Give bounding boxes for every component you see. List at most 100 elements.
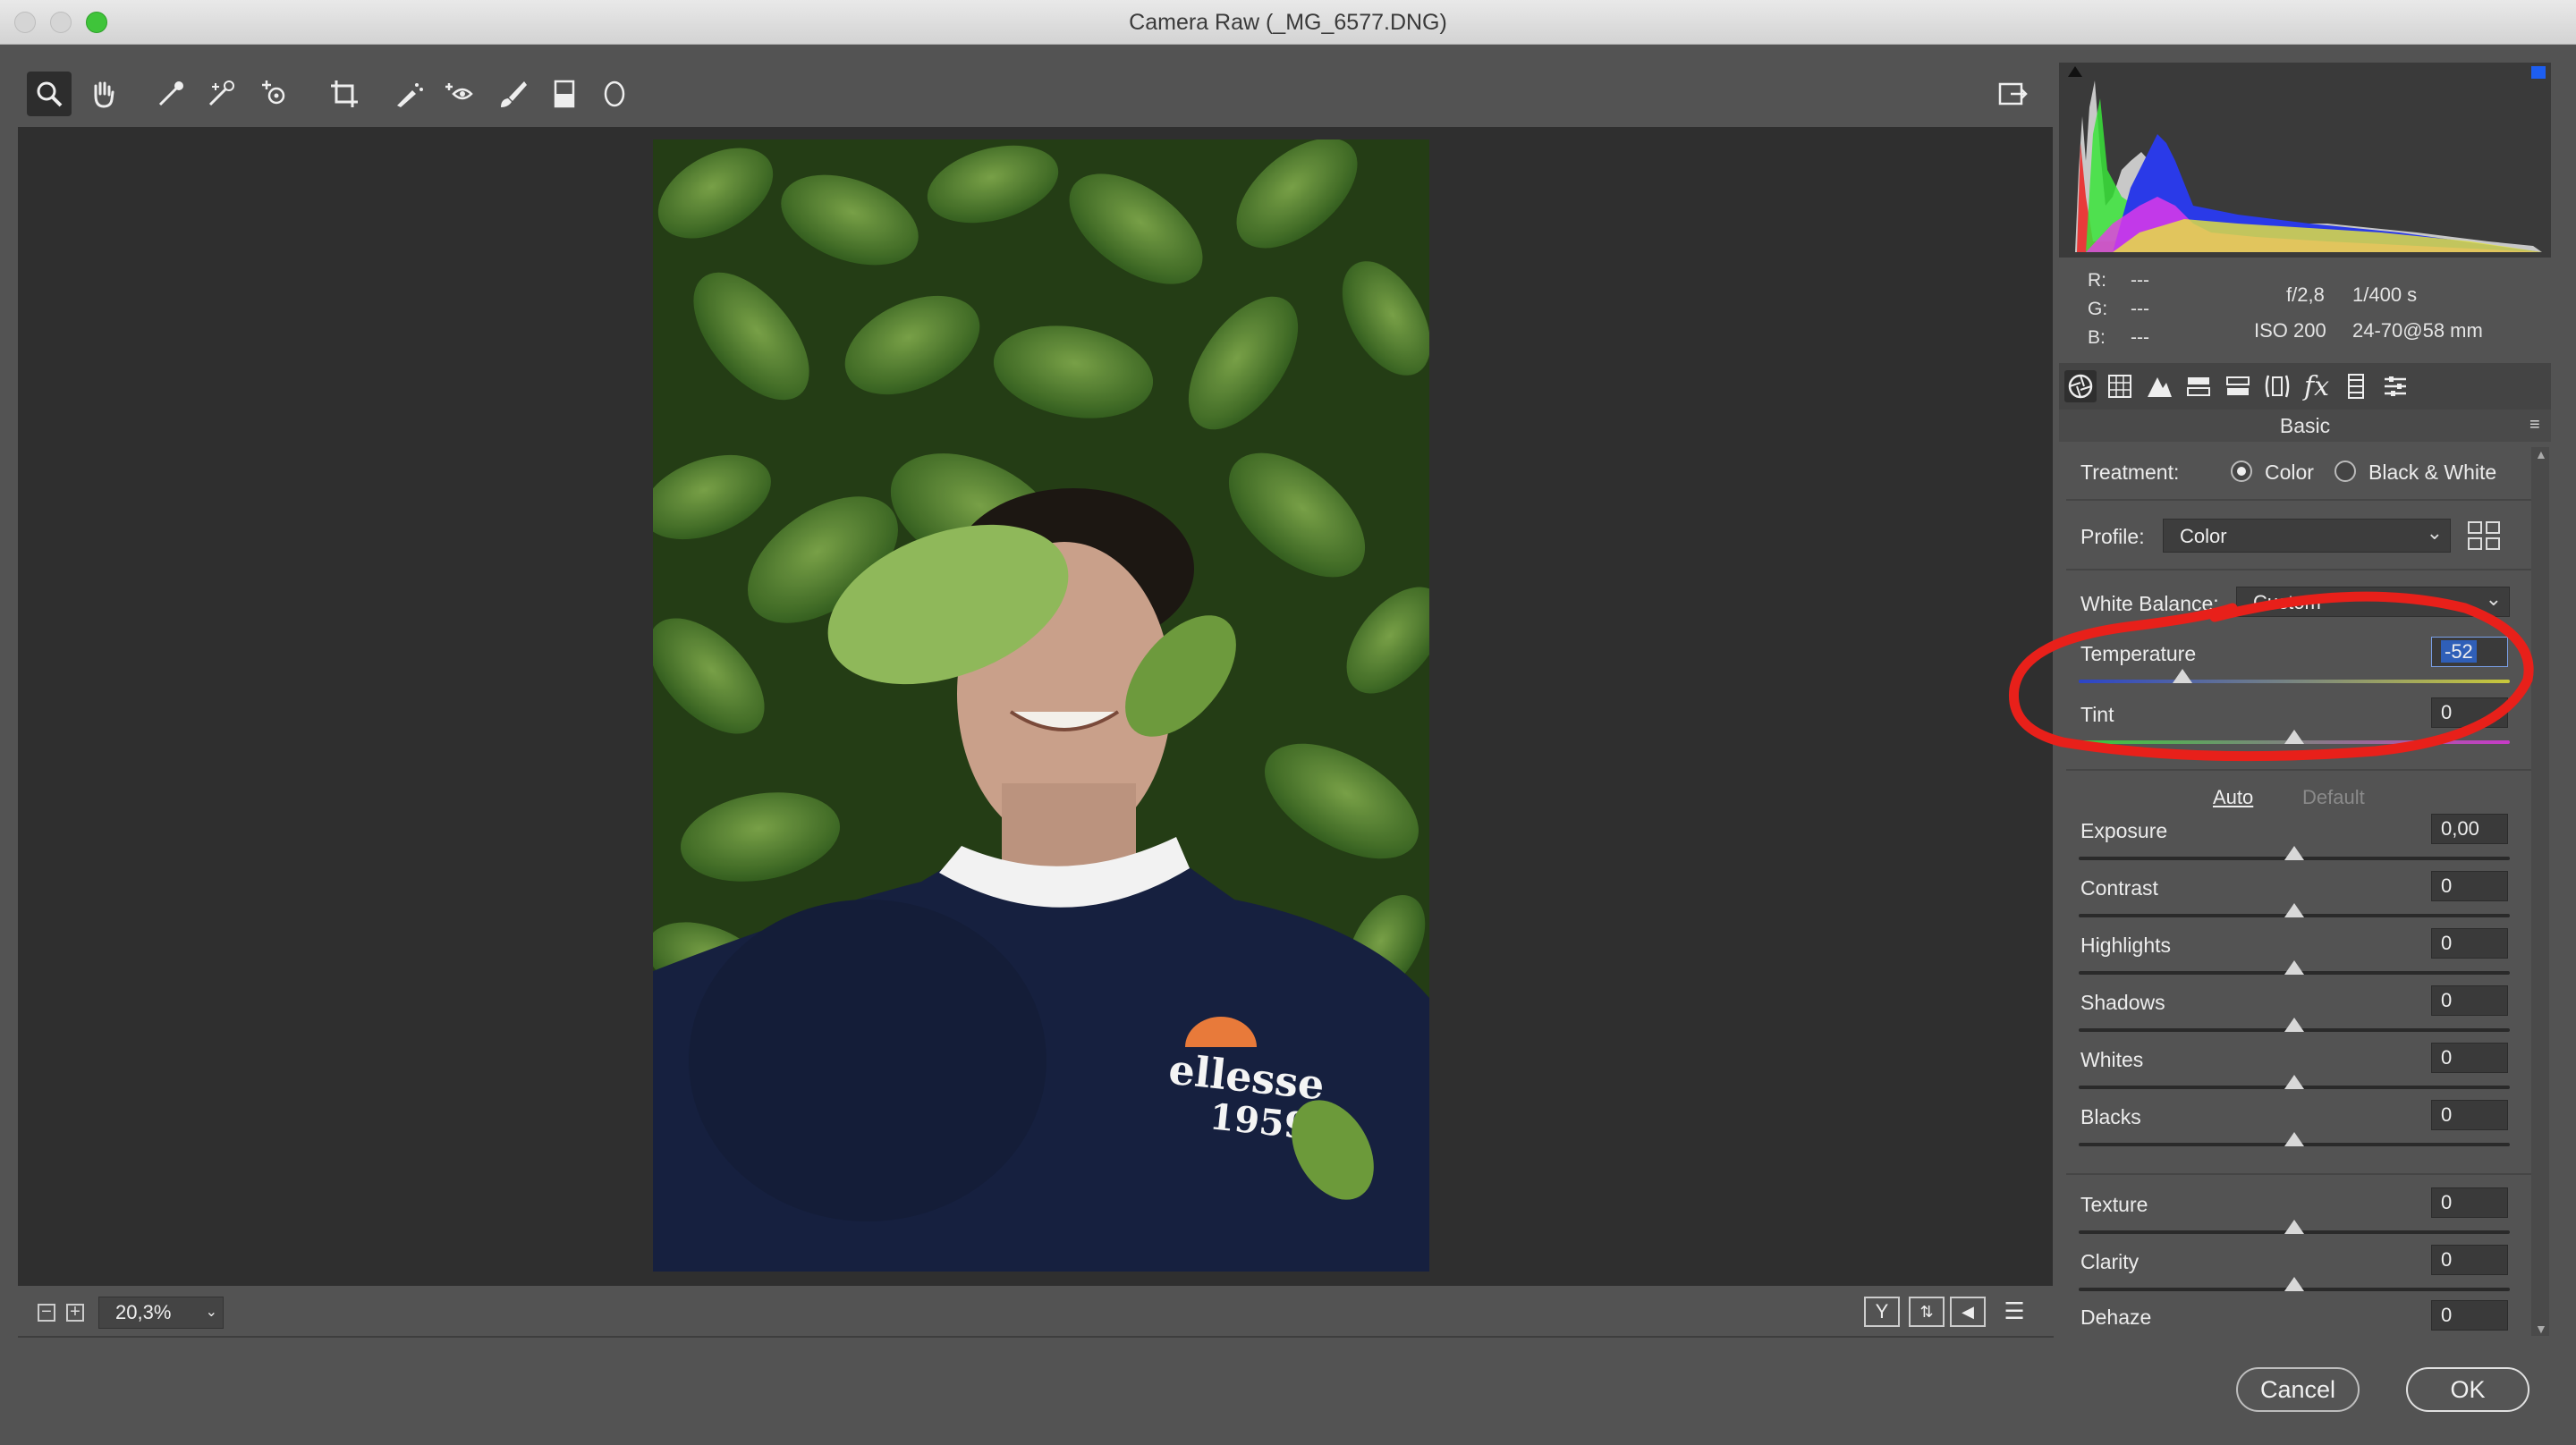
r-value: ---: [2131, 270, 2149, 291]
status-bar: − + 20,3% ⌄ Y ⇅ ◀ ☰: [18, 1288, 2053, 1338]
targeted-adjust-icon: [262, 80, 285, 105]
g-label: G:: [2088, 299, 2108, 319]
slider-thumb-clarity[interactable]: [2284, 1277, 2304, 1291]
crop-tool-button[interactable]: [322, 72, 367, 116]
slider-value-dehaze[interactable]: 0: [2431, 1300, 2508, 1331]
slider-thumb-shadows[interactable]: [2284, 1018, 2304, 1032]
slider-thumb-whites[interactable]: [2284, 1075, 2304, 1089]
camera-raw-window: Camera Raw (_MG_6577.DNG) ellesse 1959 −…: [0, 0, 2576, 1445]
profile-browser-button[interactable]: [2467, 520, 2503, 551]
slider-value-clarity[interactable]: 0: [2431, 1245, 2508, 1275]
slider-thumb-highlights[interactable]: [2284, 960, 2304, 975]
slider-value-text: 0,00: [2441, 817, 2479, 840]
r-label: R:: [2088, 270, 2106, 291]
panel-menu-icon[interactable]: ≡: [2529, 416, 2549, 435]
ok-button[interactable]: OK: [2406, 1367, 2529, 1412]
slider-value-contrast[interactable]: 0: [2431, 871, 2508, 901]
red-eye-tool-button[interactable]: [436, 72, 481, 116]
slider-value-blacks[interactable]: 0: [2431, 1100, 2508, 1130]
slider-value-text: 0: [2441, 1103, 2453, 1126]
lens-value: 24-70@58 mm: [2352, 319, 2483, 342]
slider-value-text: 0: [2441, 1248, 2453, 1271]
swap-settings-button[interactable]: ⇅: [1909, 1297, 1945, 1327]
slider-thumb-contrast[interactable]: [2284, 903, 2304, 917]
hsl-icon: [2187, 377, 2210, 396]
treatment-bw-label: Black & White: [2368, 461, 2497, 484]
slider-label-highlights: Highlights: [2080, 934, 2171, 957]
slider-value-text: 0: [2441, 932, 2453, 954]
spot-removal-icon: [397, 83, 423, 107]
portrait-photo: ellesse 1959: [653, 139, 1429, 1272]
hand-tool-button[interactable]: [80, 72, 125, 116]
detail-icon: [2148, 377, 2172, 397]
preview-image: ellesse 1959: [653, 139, 1429, 1272]
slider-thumb-texture[interactable]: [2284, 1220, 2304, 1234]
toggle-settings-button[interactable]: ☰: [1996, 1297, 2032, 1327]
chevron-down-icon: ⌄: [205, 1305, 217, 1320]
default-link[interactable]: Default: [2302, 786, 2365, 809]
slider-label-blacks: Blacks: [2080, 1105, 2141, 1128]
red-annotation-circle: [2008, 591, 2534, 762]
panel-tabs: fx: [2059, 363, 2551, 410]
profile-dropdown[interactable]: Color ⌄: [2163, 519, 2451, 553]
scroll-up-icon[interactable]: ▲: [2535, 447, 2547, 461]
swap-icon: ⇅: [1919, 1303, 1934, 1321]
tab-presets[interactable]: [2379, 370, 2411, 402]
slider-label-whites: Whites: [2080, 1048, 2144, 1071]
auto-link[interactable]: Auto: [2213, 786, 2253, 809]
histogram[interactable]: [2059, 63, 2551, 258]
cancel-button[interactable]: Cancel: [2236, 1367, 2360, 1412]
color-sampler-tool-button[interactable]: [199, 72, 243, 116]
grid-icon: [2468, 521, 2500, 550]
slider-label-clarity: Clarity: [2080, 1250, 2140, 1273]
zoom-tool-button[interactable]: [27, 72, 72, 116]
preview-area[interactable]: ellesse 1959: [18, 127, 2053, 1286]
g-value: ---: [2131, 299, 2149, 319]
adjustment-brush-tool-button[interactable]: [490, 72, 535, 116]
scroll-down-icon[interactable]: ▼: [2535, 1322, 2547, 1336]
radial-filter-tool-button[interactable]: [592, 72, 637, 116]
before-after-icon: Y: [1875, 1300, 1889, 1322]
treatment-color-radio[interactable]: [2231, 461, 2252, 482]
highlight-clipping-icon: [2531, 66, 2546, 79]
tab-detail[interactable]: [2143, 370, 2175, 402]
before-after-toggle-button[interactable]: Y: [1864, 1297, 1900, 1327]
spot-removal-tool-button[interactable]: [386, 72, 431, 116]
zoom-icon: [37, 81, 63, 107]
slider-label-shadows: Shadows: [2080, 991, 2165, 1014]
tab-hsl[interactable]: [2182, 370, 2215, 402]
tab-effects[interactable]: fx: [2301, 370, 2333, 402]
tab-lens-corrections[interactable]: [2261, 370, 2293, 402]
white-balance-icon: [158, 81, 183, 106]
zoom-level-value: 20,3%: [115, 1301, 172, 1323]
zoom-level-field[interactable]: 20,3% ⌄: [98, 1297, 224, 1329]
slider-label-dehaze: Dehaze: [2080, 1306, 2152, 1329]
slider-thumb-exposure[interactable]: [2284, 846, 2304, 860]
tab-basic[interactable]: [2064, 370, 2097, 402]
tab-calibration[interactable]: [2340, 370, 2372, 402]
window-title: Camera Raw (_MG_6577.DNG): [1129, 10, 1447, 35]
white-balance-tool-button[interactable]: [148, 72, 193, 116]
hand-icon: [94, 81, 114, 108]
copy-settings-button[interactable]: ◀: [1950, 1297, 1986, 1327]
slider-value-exposure[interactable]: 0,00: [2431, 814, 2508, 844]
graduated-filter-tool-button[interactable]: [542, 72, 587, 116]
aperture-value: f/2,8: [2286, 283, 2325, 306]
slider-value-text: 0: [2441, 875, 2453, 897]
slider-value-texture[interactable]: 0: [2431, 1187, 2508, 1218]
zoom-in-button[interactable]: +: [66, 1303, 84, 1322]
slider-thumb-blacks[interactable]: [2284, 1132, 2304, 1146]
open-preferences-button[interactable]: [1990, 72, 2035, 116]
open-preferences-icon: [1998, 82, 2028, 106]
zoom-out-button[interactable]: −: [38, 1303, 55, 1322]
treatment-color-label: Color: [2265, 461, 2314, 484]
arrow-left-icon: ◀: [1962, 1303, 1974, 1321]
slider-value-shadows[interactable]: 0: [2431, 985, 2508, 1016]
slider-value-highlights[interactable]: 0: [2431, 928, 2508, 959]
targeted-adjust-tool-button[interactable]: [252, 72, 297, 116]
treatment-bw-radio[interactable]: [2334, 461, 2356, 482]
calibration-icon: [2348, 374, 2364, 399]
slider-value-whites[interactable]: 0: [2431, 1043, 2508, 1073]
tab-tone-curve[interactable]: [2104, 370, 2136, 402]
tab-split-toning[interactable]: [2222, 370, 2254, 402]
